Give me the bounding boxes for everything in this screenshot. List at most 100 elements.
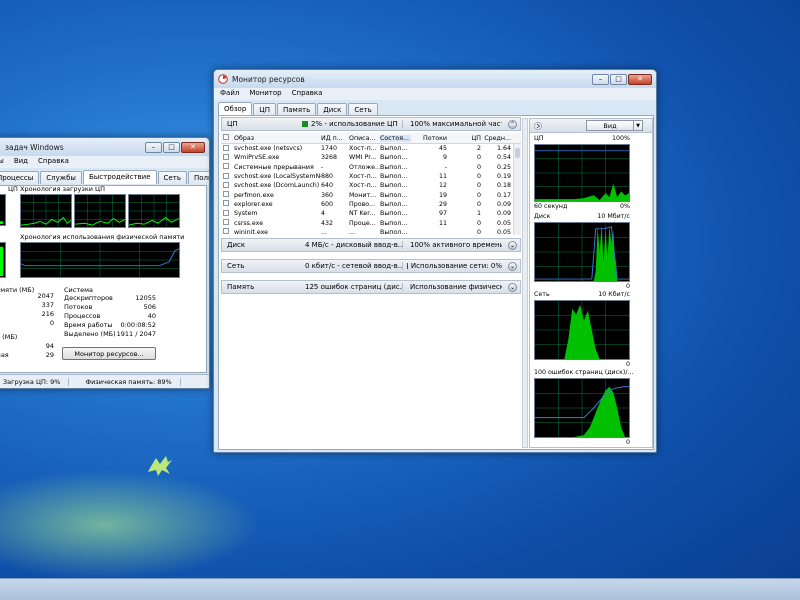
table-cell: 45 bbox=[438, 145, 447, 153]
table-cell: svchost.exe (DcomLaunch) bbox=[234, 182, 320, 190]
row-checkbox[interactable] bbox=[223, 200, 229, 207]
row-checkbox[interactable] bbox=[223, 209, 229, 216]
view-dropdown-arrow[interactable]: ▼ bbox=[634, 120, 643, 131]
cpu-usage-stat: 2% - использование ЦП bbox=[311, 120, 398, 128]
table-cell: 0 bbox=[476, 191, 481, 199]
table-row[interactable]: WmiPrvSE.exe 3268 WMI Pr... Выпол... 9 0 0.54 bbox=[221, 153, 521, 162]
network-io-stat: 0 кбит/с - сетевой ввод-в... bbox=[305, 262, 402, 270]
chevron-down-icon[interactable]: ⌄ bbox=[508, 240, 517, 250]
process-table-scrollbar[interactable] bbox=[513, 144, 521, 235]
table-row[interactable]: svchost.exe (DcomLaunch) 640 Хост-п... Выпо… bbox=[221, 181, 521, 190]
maximize-button[interactable]: □ bbox=[163, 141, 180, 153]
table-row[interactable]: perfmon.exe 360 Монит... Выпол... 19 0 0.17 bbox=[221, 190, 521, 199]
row-checkbox[interactable] bbox=[223, 144, 229, 151]
column-average-cpu[interactable]: Средн... bbox=[481, 135, 511, 142]
row-checkbox[interactable] bbox=[223, 228, 229, 235]
column-description[interactable]: Описа... bbox=[349, 135, 380, 142]
chevron-up-icon[interactable]: ⌃ bbox=[508, 119, 517, 129]
menu-item-help[interactable]: Справка bbox=[292, 89, 323, 99]
tab-network[interactable]: Сеть bbox=[157, 171, 187, 184]
table-cell: Выпол... bbox=[380, 200, 408, 208]
chevron-right-icon[interactable] bbox=[534, 121, 542, 130]
table-row[interactable]: svchost.exe (LocalSystemNet...880 Хост-п.… bbox=[221, 172, 521, 181]
table-cell: 0.05 bbox=[496, 219, 511, 227]
memory-cached-value: 337 bbox=[41, 301, 54, 309]
minimize-button[interactable]: – bbox=[592, 73, 609, 85]
resource-monitor-button[interactable]: Монитор ресурсов... bbox=[62, 347, 156, 360]
table-cell: 11 bbox=[438, 173, 447, 181]
menu-item-view[interactable]: Вид bbox=[14, 157, 28, 167]
table-cell: 4 bbox=[321, 210, 326, 218]
disk-graph bbox=[534, 222, 630, 282]
tab-overview[interactable]: Обзор bbox=[218, 102, 253, 116]
chevron-down-icon[interactable]: ⌄ bbox=[508, 261, 517, 271]
cpu-label: ЦП bbox=[8, 185, 18, 193]
table-row[interactable]: svchost.exe (netsvcs) 1740 Хост-п... Выпол.… bbox=[221, 144, 521, 153]
menu-item-file[interactable]: Файл bbox=[220, 89, 239, 99]
task-manager-titlebar[interactable]: задач Windows – □ ✕ bbox=[0, 138, 209, 156]
close-button[interactable]: ✕ bbox=[181, 141, 205, 153]
physical-memory-group: 2047 но337 216 0 bbox=[0, 292, 54, 330]
pane-splitter[interactable] bbox=[522, 118, 528, 448]
row-checkbox[interactable] bbox=[223, 191, 229, 198]
table-cell: 12 bbox=[438, 182, 447, 190]
graph-cpu-min: 0% bbox=[620, 203, 630, 210]
table-row[interactable]: Системные прерывания - Отложе... Выпол... -0… bbox=[221, 163, 521, 172]
tab-services[interactable]: Службы bbox=[40, 171, 82, 184]
table-cell: 0.05 bbox=[496, 228, 511, 235]
table-cell: Выпол... bbox=[380, 219, 408, 227]
minimize-button[interactable]: – bbox=[145, 141, 162, 153]
column-status[interactable]: Состоя... bbox=[380, 134, 411, 142]
table-cell: 0 bbox=[476, 154, 481, 162]
row-checkbox[interactable] bbox=[223, 163, 229, 170]
row-checkbox[interactable] bbox=[223, 219, 229, 226]
table-cell: Выпол... bbox=[380, 163, 408, 171]
table-cell: explorer.exe bbox=[234, 200, 273, 208]
cpu-section-header[interactable]: ЦП 2% - использование ЦП 100% максимальн… bbox=[221, 117, 521, 131]
task-manager-statusbar: Загрузка ЦП: 9% Физическая память: 89% bbox=[0, 374, 209, 388]
task-manager-menubar: мы Вид Справка bbox=[0, 156, 209, 168]
row-checkbox[interactable] bbox=[223, 172, 229, 179]
network-section-header[interactable]: Сеть 0 кбит/с - сетевой ввод-в... Исполь… bbox=[221, 259, 521, 273]
column-cpu[interactable]: ЦП bbox=[447, 135, 481, 142]
cpu-load-status: Загрузка ЦП: 9% bbox=[0, 377, 70, 386]
table-row[interactable]: csrss.exe 432 Проце... Выпол... 11 0 0.05 bbox=[221, 218, 521, 227]
table-cell: 1.64 bbox=[496, 145, 511, 153]
column-image[interactable]: Образ bbox=[232, 135, 321, 142]
kernel-memory-title: ра (МБ) bbox=[0, 333, 18, 341]
menu-item-monitor[interactable]: Монитор bbox=[249, 89, 281, 99]
column-pid[interactable]: ИД п... bbox=[321, 135, 349, 142]
table-row[interactable]: explorer.exe 600 Прово... Выпол... 29 0 0.09 bbox=[221, 200, 521, 209]
table-row[interactable]: System 4 NT Ker... Выпол... 97 1 0.09 bbox=[221, 209, 521, 218]
chevron-down-icon[interactable]: ⌄ bbox=[508, 282, 517, 292]
maximize-button[interactable]: □ bbox=[610, 73, 627, 85]
cpu-section-title: ЦП bbox=[227, 120, 238, 128]
table-cell: 19 bbox=[438, 191, 447, 199]
resource-monitor-menubar: Файл Монитор Справка bbox=[214, 88, 656, 100]
row-checkbox[interactable] bbox=[223, 153, 229, 160]
scrollbar-thumb[interactable] bbox=[515, 148, 520, 158]
select-all-checkbox[interactable] bbox=[223, 134, 229, 140]
column-threads[interactable]: Потоки bbox=[411, 135, 447, 142]
close-button[interactable]: ✕ bbox=[628, 73, 652, 85]
cpu-history-graph-1 bbox=[20, 194, 72, 228]
tab-processes[interactable]: Процессы bbox=[0, 171, 40, 184]
table-cell: wininit.exe bbox=[234, 228, 269, 235]
table-cell: 1 bbox=[476, 210, 481, 218]
physical-memory-stat: Использование физическ... bbox=[410, 283, 502, 291]
uptime-value: 0:00:08:52 bbox=[120, 321, 156, 329]
row-checkbox[interactable] bbox=[223, 181, 229, 188]
menu-item[interactable]: мы bbox=[0, 157, 4, 167]
table-header: Образ ИД п... Описа... Состоя... Потоки … bbox=[221, 133, 521, 144]
disk-section-header[interactable]: Диск 4 МБ/с - дисковый ввод-в... 100% ак… bbox=[221, 238, 521, 252]
view-button[interactable]: Вид bbox=[586, 120, 634, 131]
memory-section-header[interactable]: Память 125 ошибок страниц (дис... Исполь… bbox=[221, 280, 521, 294]
table-row[interactable]: wininit.exe...... Выпол... 0 0.05 bbox=[221, 228, 521, 235]
hard-faults-stat: 125 ошибок страниц (дис... bbox=[305, 283, 402, 291]
table-cell: 432 bbox=[321, 219, 334, 227]
tab-performance[interactable]: Быстродействие bbox=[82, 170, 157, 184]
process-rows: svchost.exe (netsvcs) 1740 Хост-п... Выпол.… bbox=[221, 144, 521, 235]
resource-monitor-titlebar[interactable]: Монитор ресурсов – □ ✕ bbox=[214, 70, 656, 88]
tab-users[interactable]: Пользователи bbox=[187, 171, 209, 184]
menu-item-help[interactable]: Справка bbox=[38, 157, 69, 167]
